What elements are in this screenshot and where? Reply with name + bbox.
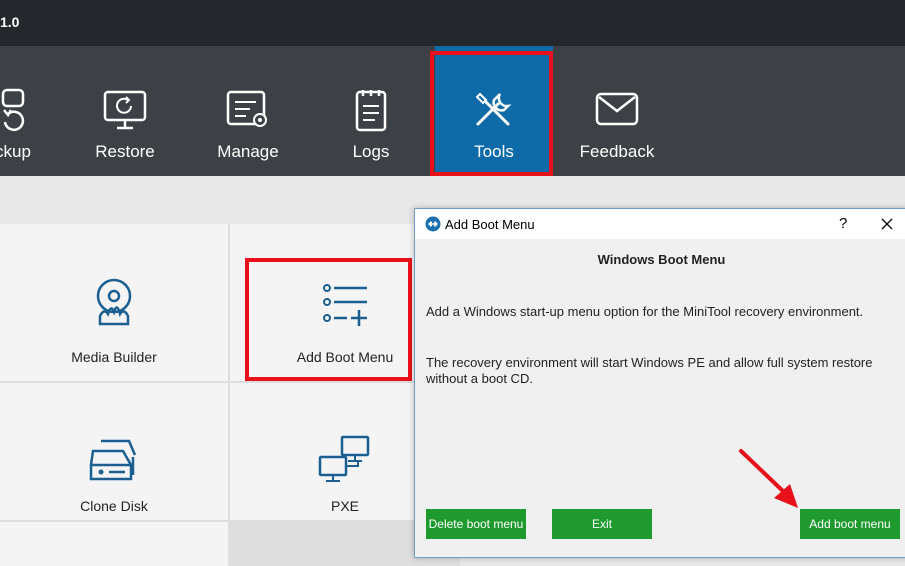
toolbar-label: Restore: [95, 142, 155, 161]
manage-icon: [226, 90, 267, 127]
toolbar-label: Manage: [217, 142, 279, 161]
toolbar-item-feedback[interactable]: Feedback: [558, 46, 676, 176]
minitool-logo-icon: [425, 216, 441, 232]
tile-clone-disk[interactable]: Clone Disk: [0, 383, 228, 520]
toolbar-label: Logs: [352, 142, 390, 161]
tile-label: Media Builder: [71, 349, 157, 365]
feedback-icon: [595, 92, 639, 126]
tile-empty: [0, 522, 228, 566]
tile-label: Clone Disk: [80, 498, 148, 514]
help-button[interactable]: ?: [839, 215, 847, 232]
pxe-icon: [318, 435, 370, 482]
dialog-description: Add a Windows start-up menu option for t…: [426, 304, 864, 319]
title-bar: 1.0: [0, 0, 905, 46]
toolbar-item-logs[interactable]: Logs: [312, 46, 430, 176]
clone-disk-icon: [89, 439, 137, 481]
toolbar-item-manage[interactable]: Manage: [189, 46, 307, 176]
dialog-title: Add Boot Menu: [445, 217, 535, 232]
add-boot-menu-dialog: Add Boot Menu ? Windows Boot Menu Add a …: [414, 208, 905, 558]
toolbar-item-backup[interactable]: ckup: [0, 46, 72, 176]
add-boot-menu-highlight-box: [245, 258, 412, 381]
close-icon[interactable]: [879, 216, 895, 232]
dialog-description-detail: The recovery environment will start Wind…: [426, 355, 873, 386]
backup-icon: [1, 88, 25, 131]
annotation-arrow-icon: [739, 449, 798, 508]
dialog-heading: Windows Boot Menu: [597, 252, 726, 267]
exit-button[interactable]: Exit: [552, 509, 652, 539]
restore-icon: [103, 90, 147, 130]
toolbar-item-restore[interactable]: Restore: [66, 46, 184, 176]
dialog-title-bar: Add Boot Menu ?: [415, 209, 905, 239]
add-boot-menu-button[interactable]: Add boot menu: [800, 509, 900, 539]
delete-boot-menu-button[interactable]: Delete boot menu: [426, 509, 526, 539]
logs-icon: [355, 90, 387, 132]
app-title: 1.0: [0, 14, 20, 30]
media-builder-icon: [96, 278, 132, 326]
tile-media-builder[interactable]: Media Builder: [0, 224, 228, 381]
toolbar-label: Feedback: [579, 142, 655, 161]
tools-highlight-box: [430, 51, 553, 176]
toolbar-label: ckup: [0, 142, 31, 161]
